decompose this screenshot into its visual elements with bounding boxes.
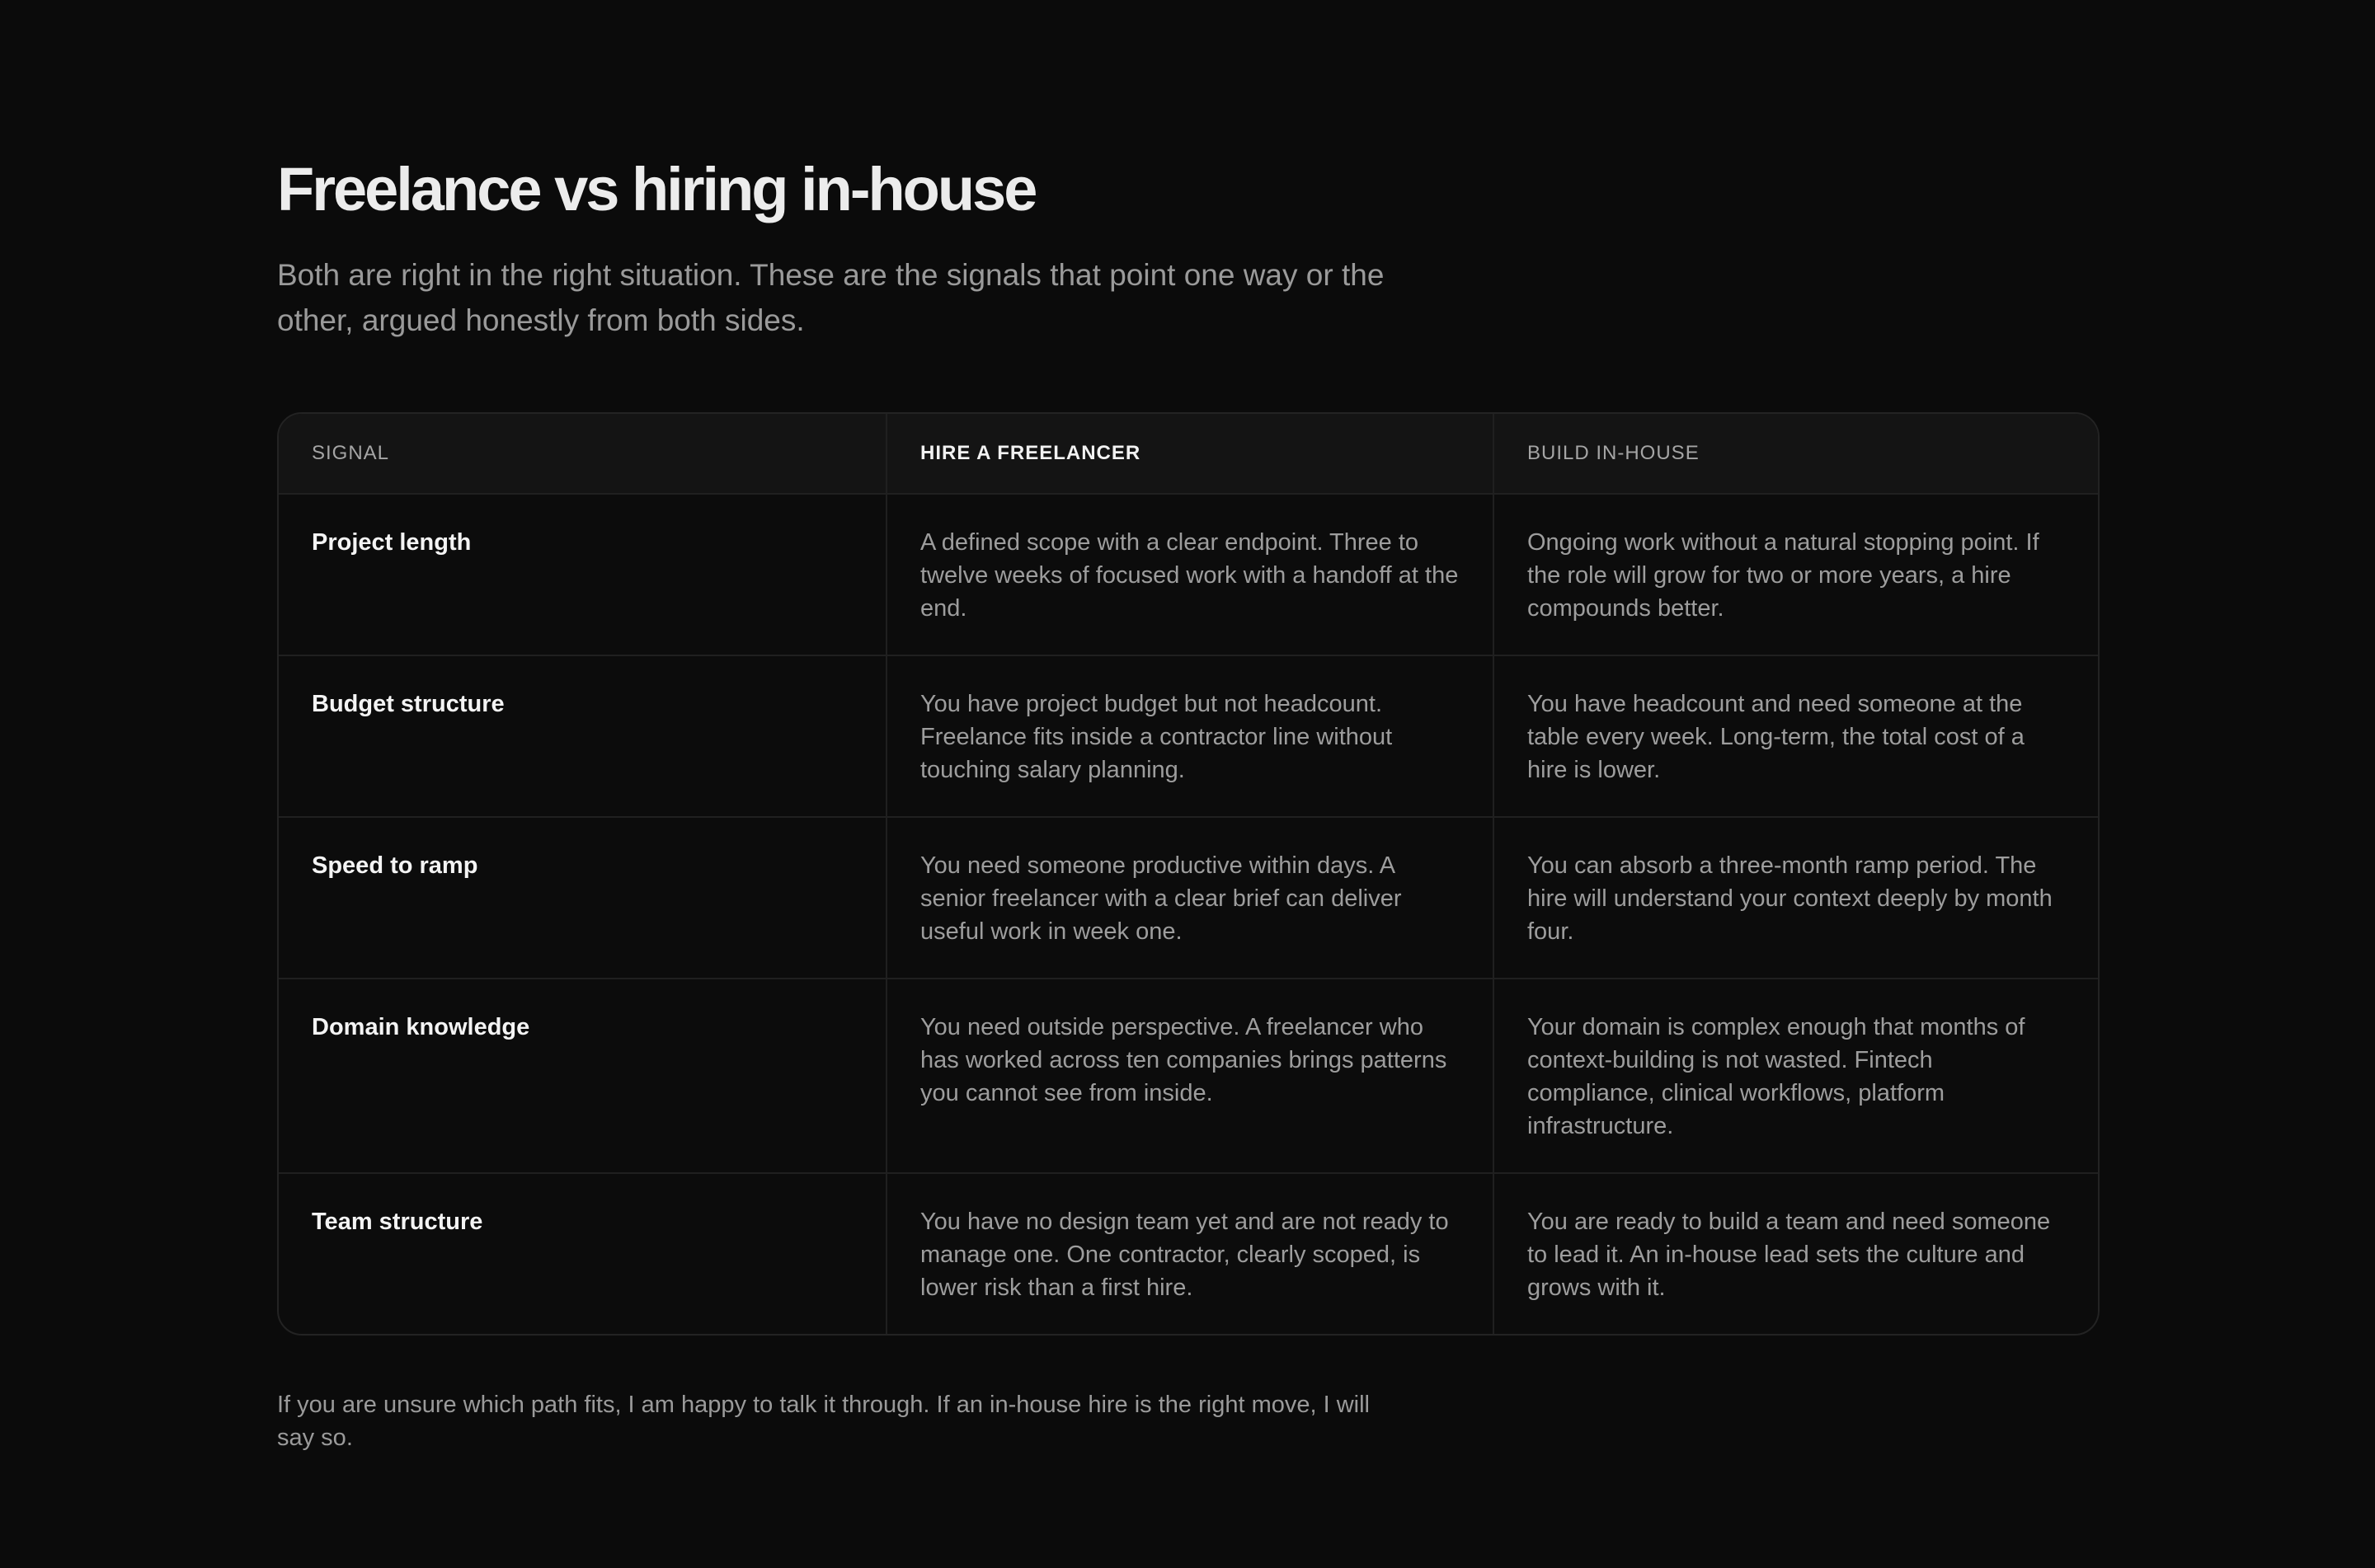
- table-header-row: SIGNAL HIRE A FREELANCER BUILD IN-HOUSE: [279, 414, 2098, 493]
- row-signal: Speed to ramp: [312, 852, 478, 879]
- row-signal: Budget structure: [312, 691, 505, 717]
- page-subtitle: Both are right in the right situation. T…: [277, 258, 1385, 337]
- row-signal: Team structure: [312, 1209, 483, 1235]
- table-row: Speed to ramp You need someone productiv…: [279, 816, 2098, 978]
- row-freelancer-text: You need someone productive within days.…: [886, 818, 1493, 978]
- row-freelancer-text: You need outside perspective. A freelanc…: [886, 979, 1493, 1172]
- page-title: Freelance vs hiring in-house: [277, 155, 1037, 223]
- row-inhouse-text: You can absorb a three-month ramp period…: [1493, 818, 2098, 978]
- row-signal: Domain knowledge: [312, 1014, 530, 1040]
- table-row: Budget structure You have project budget…: [279, 655, 2098, 816]
- row-inhouse-text: You have headcount and need someone at t…: [1493, 656, 2098, 816]
- row-freelancer-text: You have project budget but not headcoun…: [886, 656, 1493, 816]
- comparison-table: SIGNAL HIRE A FREELANCER BUILD IN-HOUSE …: [277, 412, 2100, 1336]
- column-header-freelancer: HIRE A FREELANCER: [886, 414, 1493, 493]
- column-header-signal: SIGNAL: [312, 442, 390, 464]
- row-signal: Project length: [312, 529, 472, 556]
- row-inhouse-text: You are ready to build a team and need s…: [1493, 1174, 2098, 1334]
- table-row: Team structure You have no design team y…: [279, 1172, 2098, 1334]
- row-freelancer-text: A defined scope with a clear endpoint. T…: [886, 495, 1493, 655]
- table-row: Project length A defined scope with a cl…: [279, 493, 2098, 655]
- table-row: Domain knowledge You need outside perspe…: [279, 978, 2098, 1172]
- column-header-inhouse: BUILD IN-HOUSE: [1493, 414, 2098, 493]
- page-content: Freelance vs hiring in-house Both are ri…: [277, 148, 2100, 1478]
- row-inhouse-text: Your domain is complex enough that month…: [1493, 979, 2098, 1172]
- row-inhouse-text: Ongoing work without a natural stopping …: [1493, 495, 2098, 655]
- row-freelancer-text: You have no design team yet and are not …: [886, 1174, 1493, 1334]
- footer-note: If you are unsure which path fits, I am …: [277, 1392, 1370, 1451]
